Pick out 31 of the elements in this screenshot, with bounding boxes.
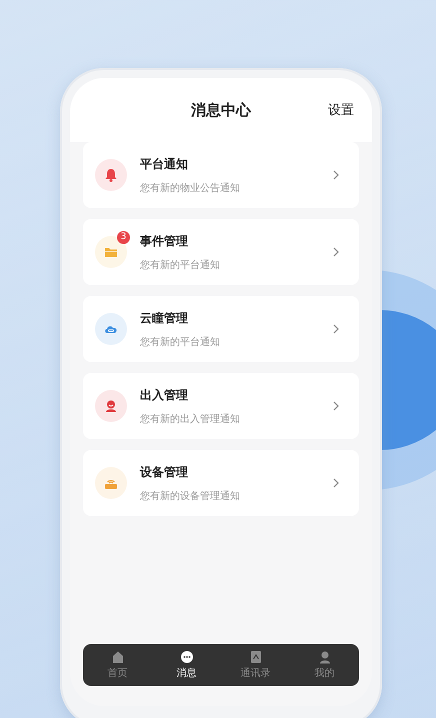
chevron-icon [333,247,339,257]
user-icon [318,650,332,664]
tab-item[interactable]: 我的 [296,650,352,680]
tab-item[interactable]: 通讯录 [228,650,284,680]
tab-item[interactable]: 首页 [90,650,146,680]
chevron-icon [333,170,339,180]
chat-icon [180,650,194,664]
home-icon [110,650,124,664]
message-preview: 您有新的物业公告通知 [140,182,241,194]
message-card[interactable]: 设备管理 您有新的设备管理通知 [83,450,359,516]
chevron-icon [333,478,339,488]
message-card[interactable]: 出入管理 您有新的出入管理通知 [83,373,359,439]
message-title: 事件管理 [140,232,189,250]
message-title: 平台通知 [140,156,189,172]
settings-link[interactable]: 设置 [328,101,354,119]
message-preview: 您有新的平台通知 [140,258,221,272]
message-preview: 您有新的设备管理通知 [140,490,241,502]
message-preview: 您有新的平台通知 [140,336,221,348]
message-card[interactable]: 平台通知 您有新的物业公告通知 [83,142,359,208]
message-title: 设备管理 [140,464,189,480]
chevron-icon [333,401,339,411]
tab-item[interactable]: 消息 [158,650,214,680]
page-title: 消息中心 [191,100,251,120]
contact-card-icon [248,650,262,664]
message-preview: 您有新的出入管理通知 [140,412,241,426]
message-card[interactable]: 3 事件管理 您有新的平台通知 [83,219,359,285]
message-card[interactable]: 云瞳管理 您有新的平台通知 [83,296,359,362]
message-title: 出入管理 [140,386,189,404]
message-title: 云瞳管理 [140,310,189,326]
count-badge: 3 [117,231,130,244]
chevron-icon [333,324,339,334]
